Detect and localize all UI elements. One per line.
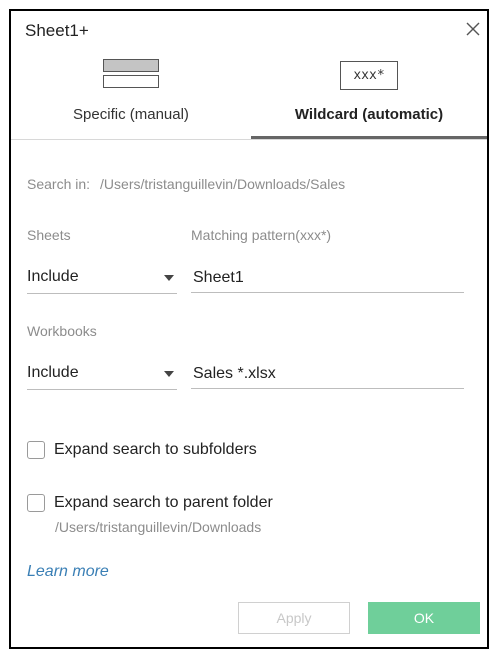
parent-folder-path: /Users/tristanguillevin/Downloads — [55, 519, 262, 535]
sheets-include-dropdown[interactable]: Include — [27, 263, 177, 294]
apply-button[interactable]: Apply — [238, 602, 350, 634]
sheets-include-value: Include — [27, 268, 79, 285]
tab-wildcard-label: Wildcard (automatic) — [294, 106, 444, 123]
subfolders-label: Expand search to subfolders — [54, 441, 257, 458]
sheets-label: Sheets — [27, 227, 71, 243]
tab-wildcard[interactable]: xxx* Wildcard (automatic) — [251, 51, 487, 139]
close-icon[interactable] — [465, 21, 481, 37]
search-in-path: /Users/tristanguillevin/Downloads/Sales — [100, 176, 346, 192]
chevron-down-icon — [164, 371, 174, 377]
title-bar: Sheet1+ — [11, 11, 487, 47]
parent-folder-label: Expand search to parent folder — [54, 494, 273, 511]
wildcard-union-dialog: Sheet1+ Specific (manual) xxx* Wildcard … — [9, 9, 489, 649]
list-rows-icon — [103, 59, 159, 89]
sheets-pattern-label: Matching pattern(xxx*) — [191, 227, 332, 243]
search-in-label: Search in: — [27, 176, 91, 192]
tab-specific-label: Specific (manual) — [73, 106, 189, 123]
subfolders-checkbox[interactable] — [27, 441, 45, 459]
workbooks-include-dropdown[interactable]: Include — [27, 359, 177, 390]
mode-tabs: Specific (manual) xxx* Wildcard (automat… — [11, 51, 487, 139]
learn-more-link[interactable]: Learn more — [27, 563, 109, 581]
chevron-down-icon — [164, 275, 174, 281]
parent-folder-checkbox[interactable] — [27, 494, 45, 512]
workbooks-label: Workbooks — [27, 323, 97, 339]
search-in-row: Search in: /Users/tristanguillevin/Downlo… — [27, 176, 345, 192]
workbooks-include-value: Include — [27, 364, 79, 381]
wildcard-icon: xxx* — [340, 61, 398, 90]
wildcard-settings: Search in: /Users/tristanguillevin/Downlo… — [11, 140, 487, 647]
tab-specific[interactable]: Specific (manual) — [11, 51, 251, 139]
workbooks-pattern-input[interactable] — [191, 359, 464, 389]
sheets-pattern-input[interactable] — [191, 263, 464, 293]
ok-button[interactable]: OK — [368, 602, 480, 634]
dialog-title: Sheet1+ — [25, 21, 89, 40]
